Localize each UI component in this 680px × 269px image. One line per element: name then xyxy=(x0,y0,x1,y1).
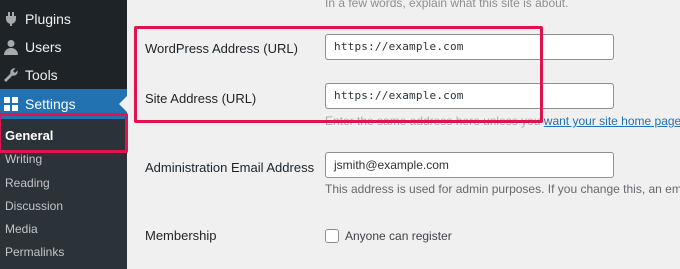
sidebar-item-label: Tools xyxy=(25,67,58,83)
admin-sidebar: Plugins Users Tools Settings General Wri… xyxy=(0,0,127,269)
submenu-item-permalinks[interactable]: Permalinks xyxy=(5,245,64,259)
sidebar-item-label: Users xyxy=(25,39,62,55)
site-address-input[interactable]: https://example.com xyxy=(325,83,614,109)
submenu-item-discussion[interactable]: Discussion xyxy=(5,199,63,213)
sidebar-item-users[interactable]: Users xyxy=(0,33,127,61)
sidebar-item-label: Settings xyxy=(25,96,76,112)
user-icon xyxy=(3,39,19,55)
plug-icon xyxy=(3,11,19,27)
settings-submenu: General Writing Reading Discussion Media… xyxy=(0,119,127,269)
settings-icon xyxy=(3,96,19,112)
admin-email-description: This address is used for admin purposes.… xyxy=(325,182,680,196)
wrench-icon xyxy=(3,67,19,83)
anyone-can-register-checkbox[interactable] xyxy=(325,229,339,243)
sidebar-item-plugins[interactable]: Plugins xyxy=(0,5,127,33)
sidebar-item-settings[interactable]: Settings xyxy=(0,89,127,119)
site-home-page-link[interactable]: want your site home page to b xyxy=(544,114,680,128)
submenu-item-general[interactable]: General xyxy=(5,129,53,143)
tagline-description: In a few words, explain what this site i… xyxy=(325,0,569,10)
admin-email-label: Administration Email Address xyxy=(145,160,315,175)
anyone-can-register-label[interactable]: Anyone can register xyxy=(345,229,452,243)
submenu-item-media[interactable]: Media xyxy=(5,222,38,236)
site-address-description-text: Enter the same address here unless you xyxy=(325,114,544,128)
wordpress-address-label: WordPress Address (URL) xyxy=(145,41,298,56)
admin-email-input[interactable]: jsmith@example.com xyxy=(325,152,614,178)
submenu-item-writing[interactable]: Writing xyxy=(5,152,42,166)
site-address-description: Enter the same address here unless you w… xyxy=(325,114,680,128)
site-address-label: Site Address (URL) xyxy=(145,91,257,106)
submenu-item-reading[interactable]: Reading xyxy=(5,176,50,190)
sidebar-item-label: Plugins xyxy=(25,11,71,27)
sidebar-item-tools[interactable]: Tools xyxy=(0,61,127,89)
wordpress-address-input[interactable]: https://example.com xyxy=(325,34,614,60)
membership-label: Membership xyxy=(145,228,217,243)
